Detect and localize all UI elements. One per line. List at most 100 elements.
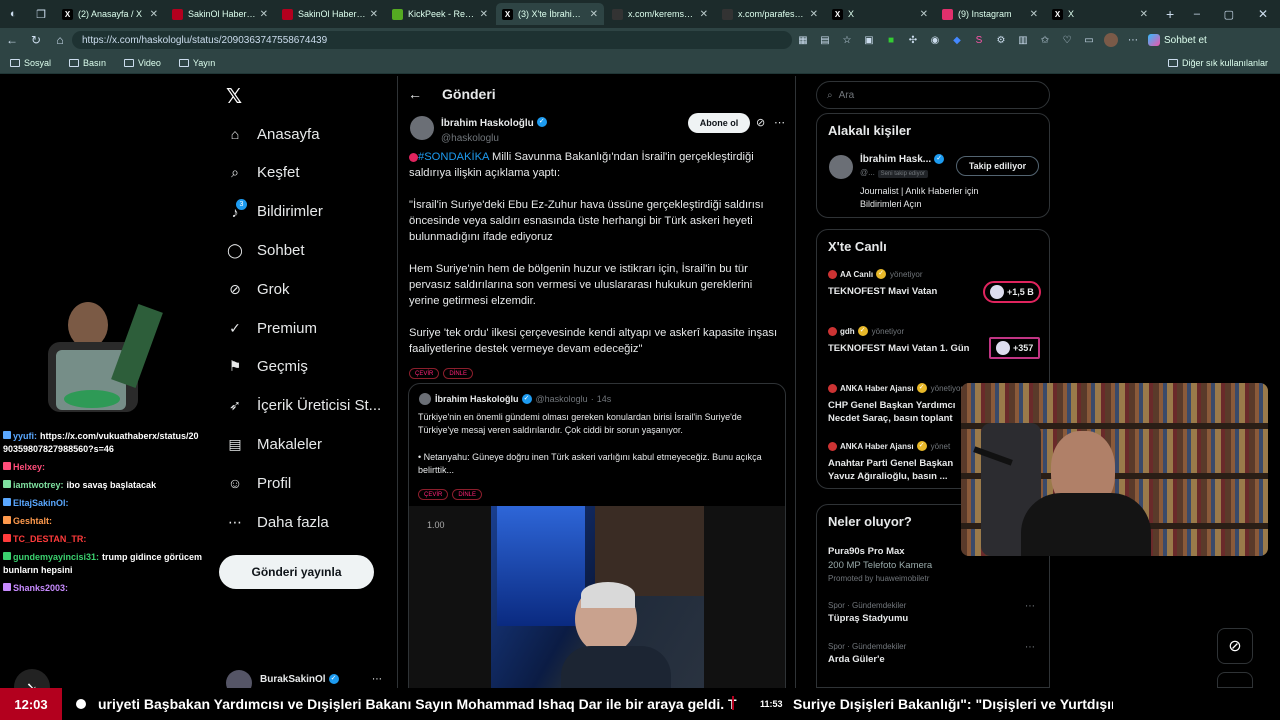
trend-item[interactable]: Spor · Gündemdekiler ⋯ Arda Güler'e xyxy=(828,642,1043,665)
collections-icon[interactable]: ♡ xyxy=(1056,35,1078,46)
back-arrow-icon[interactable]: ← xyxy=(408,86,422,102)
new-tab-icon[interactable]: + xyxy=(1166,6,1174,22)
close-tab-icon[interactable]: ✕ xyxy=(370,9,378,20)
sidebar-item-more[interactable]: ⋯ Daha fazla xyxy=(226,510,329,534)
close-tab-icon[interactable]: ✕ xyxy=(700,9,708,20)
hashtag-link[interactable]: #SONDAKİKA xyxy=(418,151,489,163)
sidebar-item-search[interactable]: ⌕ Keşfet xyxy=(226,161,299,185)
close-window-icon[interactable]: ✕ xyxy=(1258,7,1268,21)
close-tab-icon[interactable]: ✕ xyxy=(480,9,488,20)
account-switcher[interactable]: BurakSakinOl ✓ ⋯ xyxy=(226,670,396,696)
close-tab-icon[interactable]: ✕ xyxy=(260,9,268,20)
browser-tab[interactable]: (9) Instagram ✕ xyxy=(936,3,1044,25)
favorites-icon[interactable]: ✩ xyxy=(1034,35,1056,46)
split-screen-icon[interactable]: ▥ xyxy=(1012,35,1034,46)
video-player[interactable]: 1.00 xyxy=(409,506,785,688)
close-tab-icon[interactable]: ✕ xyxy=(1030,9,1038,20)
bookmark-folder[interactable]: Basın xyxy=(69,58,106,68)
minimize-icon[interactable]: – xyxy=(1194,8,1200,20)
avatar[interactable] xyxy=(1104,33,1118,47)
avatar[interactable] xyxy=(410,116,434,140)
chat-username[interactable]: gundemyayincisi31: xyxy=(13,552,99,562)
extension-icon[interactable]: ▦ xyxy=(792,35,814,46)
translate-button[interactable]: ÇEVİR xyxy=(409,368,440,379)
listen-button[interactable]: DİNLE xyxy=(443,368,474,379)
live-item[interactable]: gdh ✓ yönetiyor TEKNOFEST Mavi Vatan 1. Gün… xyxy=(828,326,1043,359)
author-handle[interactable]: @haskologlu xyxy=(441,133,547,144)
home-browser-icon[interactable]: ⌂ xyxy=(48,33,72,47)
sidebar-item-rocket[interactable]: ➶ İçerik Üreticisi St... xyxy=(226,394,381,418)
extension-icon[interactable]: ▤ xyxy=(814,35,836,46)
bookmark-folder[interactable]: Sosyal xyxy=(10,58,51,68)
chat-username[interactable]: iamtwotrey: xyxy=(13,480,64,490)
chat-username[interactable]: Helxey: xyxy=(13,462,45,472)
sidebar-item-premium[interactable]: ✓ Premium xyxy=(226,316,317,340)
extension-icon[interactable]: ◆ xyxy=(946,35,968,46)
x-logo-icon[interactable]: 𝕏 xyxy=(226,84,242,109)
browser-tab[interactable]: X (3) X'te İbrahim Has✕ xyxy=(496,3,604,25)
close-tab-icon[interactable]: ✕ xyxy=(590,9,598,20)
browser-tab[interactable]: X X ✕ xyxy=(826,3,934,25)
sidebar-item-bell[interactable]: ♪ 3 Bildirimler xyxy=(226,198,323,224)
extension-icon[interactable]: S xyxy=(968,35,990,46)
grok-icon[interactable]: ⊘ xyxy=(756,116,765,129)
sidebar-item-home[interactable]: ⌂ Anasayfa xyxy=(226,122,320,146)
sidebar-item-chat[interactable]: ◯ Sohbet xyxy=(226,238,304,262)
live-item[interactable]: AA Canlı ✓ yönetiyor TEKNOFEST Mavi Vatan +1… xyxy=(828,269,1043,303)
sidebar-item-article[interactable]: ▤ Makaleler xyxy=(226,432,322,456)
sidebar-item-grok[interactable]: ⊘ Grok xyxy=(226,277,289,301)
extension-icon[interactable]: ✣ xyxy=(902,35,924,46)
browser-tab[interactable]: x.com/keremsackay✕ xyxy=(606,3,714,25)
address-bar[interactable]: https://x.com/haskologlu/status/20903637… xyxy=(72,31,792,49)
bookmark-folder[interactable]: Yayın xyxy=(178,58,215,68)
sidebar-item-person[interactable]: ☺ Profil xyxy=(226,471,291,495)
bookmark-folder[interactable]: Video xyxy=(124,58,161,68)
chat-username[interactable]: EltajSakinOl: xyxy=(13,498,69,508)
copilot-button[interactable]: Sohbet et xyxy=(1148,34,1207,46)
more-icon[interactable]: ⋯ xyxy=(1025,601,1035,612)
more-icon[interactable]: ⋯ xyxy=(1025,642,1035,653)
profile-icon[interactable]: ◐ xyxy=(10,8,17,20)
back-icon[interactable]: ← xyxy=(0,33,24,47)
chat-username[interactable]: yyufi: xyxy=(13,431,37,441)
more-menu-icon[interactable]: ⋯ xyxy=(1122,35,1144,46)
chat-username[interactable]: Geshtalt: xyxy=(13,516,52,526)
close-tab-icon[interactable]: ✕ xyxy=(810,9,818,20)
search-input[interactable]: ⌕ Ara xyxy=(816,81,1050,109)
translate-button[interactable]: ÇEVİR xyxy=(418,489,449,500)
related-name[interactable]: İbrahim Hask... xyxy=(860,154,931,165)
quoted-post[interactable]: İbrahim Haskoloğlu ✓ @haskologlu · 14s Tü… xyxy=(408,383,786,688)
workspaces-icon[interactable]: ❐ xyxy=(36,8,46,21)
extension-icon[interactable]: ⚙ xyxy=(990,35,1012,46)
browser-tab[interactable]: SakinOl Haber Merk✕ xyxy=(276,3,384,25)
chat-username[interactable]: Shanks2003: xyxy=(13,583,68,593)
post-button[interactable]: Gönderi yayınla xyxy=(219,555,374,589)
subscribe-button[interactable]: Abone ol xyxy=(688,113,750,133)
browser-tab[interactable]: KickPeek - Real-time✕ xyxy=(386,3,494,25)
sidebar-item-bookmark[interactable]: ⚑ Geçmiş xyxy=(226,355,308,379)
grok-floating-button[interactable]: ⊘ xyxy=(1217,628,1253,664)
browser-tab[interactable]: X (2) Anasayfa / X ✕ xyxy=(56,3,164,25)
author-name[interactable]: İbrahim Haskoloğlu xyxy=(441,118,534,129)
listen-button[interactable]: DİNLE xyxy=(452,489,483,500)
browser-tab[interactable]: X X ✕ xyxy=(1046,3,1154,25)
extension-icon[interactable]: ■ xyxy=(880,35,902,46)
browser-tab[interactable]: x.com/parafesorfina✕ xyxy=(716,3,824,25)
chat-username[interactable]: TC_DESTAN_TR: xyxy=(13,534,86,544)
avatar[interactable] xyxy=(829,155,853,179)
messages-floating-button[interactable] xyxy=(1217,672,1253,688)
maximize-icon[interactable]: ▢ xyxy=(1224,8,1234,21)
trend-item[interactable]: Spor · Gündemdekiler ⋯ Tüpraş Stadyumu xyxy=(828,601,1043,624)
favorite-star-icon[interactable]: ☆ xyxy=(836,35,858,46)
close-tab-icon[interactable]: ✕ xyxy=(1140,9,1148,20)
reload-icon[interactable]: ↻ xyxy=(24,33,48,47)
close-tab-icon[interactable]: ✕ xyxy=(920,9,928,20)
close-tab-icon[interactable]: ✕ xyxy=(150,9,158,20)
more-icon[interactable]: ⋯ xyxy=(774,116,785,129)
following-button[interactable]: Takip ediliyor xyxy=(956,156,1039,176)
extension-icon[interactable]: ▣ xyxy=(858,35,880,46)
other-bookmarks[interactable]: Diğer sık kullanılanlar xyxy=(1167,58,1268,68)
browser-tab[interactable]: SakinOl Haber Merk✕ xyxy=(166,3,274,25)
downloads-icon[interactable]: ▭ xyxy=(1078,35,1100,46)
more-icon[interactable]: ⋯ xyxy=(372,674,382,685)
